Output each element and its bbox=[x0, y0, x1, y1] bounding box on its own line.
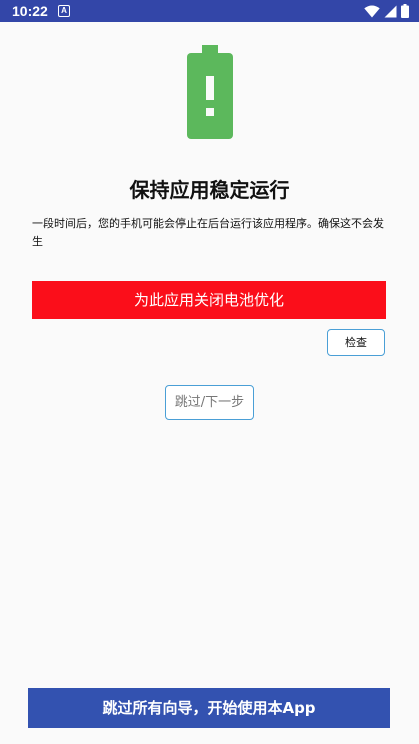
notification-icon: A bbox=[58, 5, 70, 17]
page-title: 保持应用稳定运行 bbox=[129, 178, 290, 202]
status-icons bbox=[364, 4, 409, 18]
signal-icon bbox=[384, 5, 397, 17]
skip-next-button[interactable]: 跳过/下一步 bbox=[165, 385, 254, 420]
wifi-icon bbox=[364, 4, 380, 17]
check-button[interactable]: 检查 bbox=[327, 329, 385, 356]
battery-alert-icon bbox=[187, 45, 233, 139]
status-time: 10:22 bbox=[12, 3, 48, 19]
disable-battery-optimization-button[interactable]: 为此应用关闭电池优化 bbox=[32, 281, 386, 319]
skip-all-wizards-button[interactable]: 跳过所有向导，开始使用本App bbox=[28, 688, 390, 728]
description-text: 一段时间后，您的手机可能会停止在后台运行该应用程序。确保这不会发生 bbox=[32, 217, 384, 248]
battery-icon bbox=[401, 4, 409, 18]
status-bar: 10:22 A bbox=[0, 0, 419, 22]
screen: 10:22 A 保持应用稳定运行 一段时间后，您的手机可能会停止在后台运行该应用… bbox=[0, 0, 419, 744]
